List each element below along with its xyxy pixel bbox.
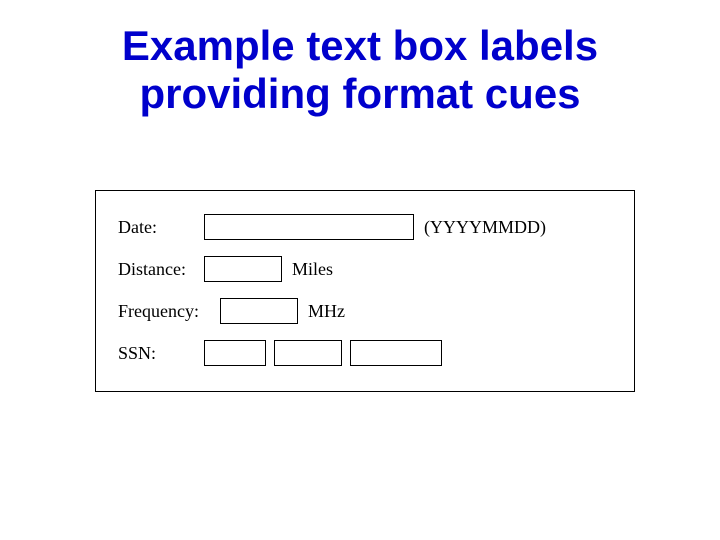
label-frequency: Frequency: [118, 301, 220, 322]
slide: Example text box labels providing format… [0, 0, 720, 540]
slide-title: Example text box labels providing format… [0, 0, 720, 119]
input-ssn-3[interactable] [350, 340, 442, 366]
row-date: Date: (YYYYMMDD) [118, 209, 612, 245]
row-ssn: SSN: [118, 335, 612, 371]
input-frequency[interactable] [220, 298, 298, 324]
row-distance: Distance: Miles [118, 251, 612, 287]
input-date[interactable] [204, 214, 414, 240]
unit-distance: Miles [292, 259, 333, 280]
unit-frequency: MHz [308, 301, 345, 322]
label-date: Date: [118, 217, 204, 238]
label-distance: Distance: [118, 259, 204, 280]
row-frequency: Frequency: MHz [118, 293, 612, 329]
input-ssn-2[interactable] [274, 340, 342, 366]
label-ssn: SSN: [118, 343, 204, 364]
hint-date: (YYYYMMDD) [424, 217, 546, 238]
form-panel: Date: (YYYYMMDD) Distance: Miles Frequen… [95, 190, 635, 392]
input-distance[interactable] [204, 256, 282, 282]
input-ssn-1[interactable] [204, 340, 266, 366]
title-line-2: providing format cues [139, 70, 580, 117]
title-line-1: Example text box labels [122, 22, 598, 69]
